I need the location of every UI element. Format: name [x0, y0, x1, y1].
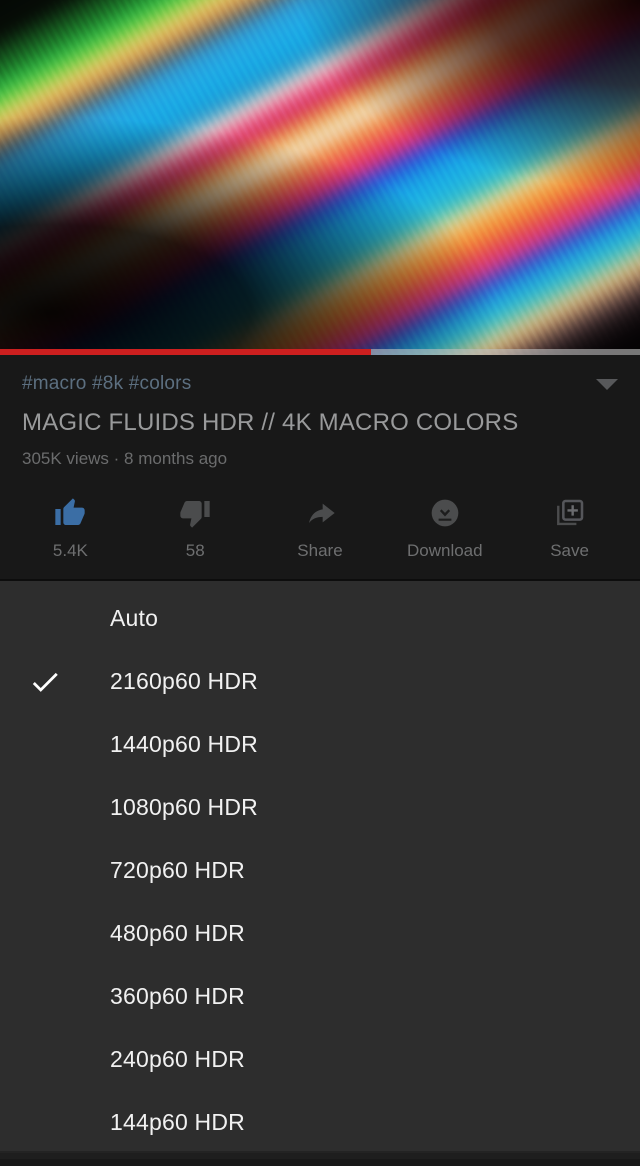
quality-option-label: 144p60 HDR [110, 1109, 245, 1135]
video-hashtags[interactable]: #macro #8k #colors [22, 373, 618, 395]
video-view-count-and-date: 305K views · 8 months ago [22, 449, 228, 468]
download-button[interactable]: Download [382, 495, 507, 561]
video-title: MAGIC FLUIDS HDR // 4K MACRO COLORS [22, 409, 519, 436]
thumbs-up-icon [54, 495, 86, 529]
dark-corner-shade [0, 0, 640, 355]
quality-option-label: 1080p60 HDR [110, 794, 258, 820]
video-player[interactable] [0, 0, 640, 355]
chevron-down-icon[interactable] [596, 379, 618, 390]
download-label: Download [406, 541, 483, 560]
save-icon [554, 495, 586, 529]
save-label: Save [550, 541, 589, 560]
thumbs-down-icon [179, 495, 211, 529]
dislike-count: 58 [185, 541, 205, 560]
quality-option-label: 360p60 HDR [110, 983, 245, 1009]
menu-footer-strip [0, 1153, 640, 1159]
like-button[interactable]: 5.4K [8, 495, 133, 561]
quality-option-label: 480p60 HDR [110, 920, 245, 946]
quality-option-auto[interactable]: Auto [0, 587, 640, 650]
quality-option-360p60-hdr[interactable]: 360p60 HDR [0, 965, 640, 1028]
check-icon [28, 665, 110, 699]
quality-option-240p60-hdr[interactable]: 240p60 HDR [0, 1028, 640, 1091]
quality-option-label: Auto [110, 605, 159, 631]
quality-option-1440p60-hdr[interactable]: 1440p60 HDR [0, 713, 640, 776]
video-frame-artwork [0, 0, 640, 355]
quality-option-720p60-hdr[interactable]: 720p60 HDR [0, 839, 640, 902]
share-icon [304, 495, 336, 529]
quality-option-1080p60-hdr[interactable]: 1080p60 HDR [0, 776, 640, 839]
save-button[interactable]: Save [507, 495, 632, 561]
video-actions-row: 5.4K 58 Share Download Save [0, 481, 640, 579]
video-metadata-panel: #macro #8k #colors MAGIC FLUIDS HDR // 4… [0, 355, 640, 481]
download-icon [429, 495, 461, 529]
dislike-button[interactable]: 58 [133, 495, 258, 561]
video-quality-menu: Auto 2160p60 HDR 1440p60 HDR 1080p60 HDR 720… [0, 581, 640, 1159]
like-count: 5.4K [52, 541, 88, 560]
share-button[interactable]: Share [258, 495, 383, 561]
youtube-video-page: #macro #8k #colors MAGIC FLUIDS HDR // 4… [0, 0, 640, 1166]
quality-option-480p60-hdr[interactable]: 480p60 HDR [0, 902, 640, 965]
share-label: Share [297, 541, 343, 560]
quality-option-label: 2160p60 HDR [110, 668, 258, 694]
quality-option-144p60-hdr[interactable]: 144p60 HDR [0, 1091, 640, 1154]
quality-option-label: 1440p60 HDR [110, 731, 258, 757]
quality-option-label: 720p60 HDR [110, 857, 245, 883]
quality-option-label: 240p60 HDR [110, 1046, 245, 1072]
quality-option-2160p60-hdr[interactable]: 2160p60 HDR [0, 650, 640, 713]
